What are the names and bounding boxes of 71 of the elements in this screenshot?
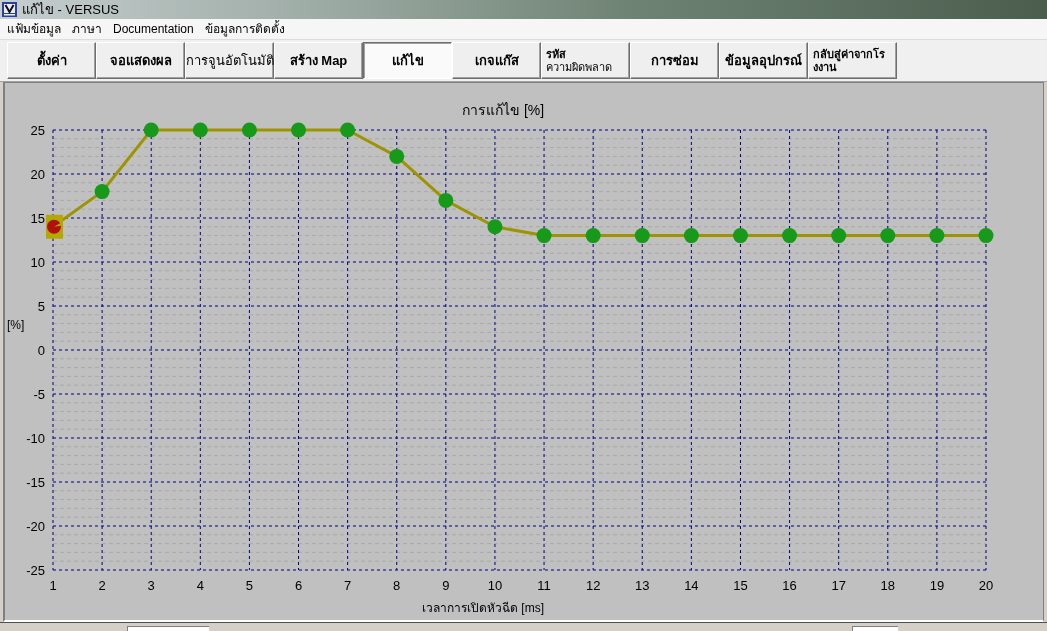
data-point[interactable] [389,148,405,164]
y-axis-tick-label: -15 [26,474,45,490]
data-point[interactable] [683,228,699,244]
y-axis-tick-label: 0 [37,342,45,358]
x-axis-label: เวลาการเปิดหัวฉีด [ms] [422,601,544,615]
data-point[interactable] [291,122,307,138]
y-axis-label: [%] [7,318,25,332]
y-axis-tick-label: 20 [30,166,45,182]
chart-title: การแก้ไข [%] [462,102,545,118]
toolbar-tab[interactable]: การจูนอัตโนมัติ [185,42,274,79]
x-axis-tick-label: 16 [782,578,797,593]
toolbar-tab[interactable]: ตั้งค่า [7,42,96,79]
x-axis-tick-label: 17 [831,578,846,593]
y-axis-tick-label: -10 [26,430,45,446]
data-point[interactable] [978,228,994,244]
status-panel [852,626,898,631]
menu-item[interactable]: ข้อมูลการติดตั้ง [204,22,285,36]
toolbar-tab[interactable]: จอแสดงผล [96,42,185,79]
y-axis-tick-label: -20 [26,518,45,534]
toolbar-tab[interactable]: กลับสู่ค่าจากโร งงาน [808,42,897,79]
x-axis-tick-label: 10 [487,578,503,593]
toolbar-tab[interactable]: การซ่อม [630,42,719,79]
y-axis-tick-label: 5 [37,298,45,314]
y-axis-tick-label: 10 [30,254,45,270]
toolbar-tab[interactable]: เกจแก๊ส [452,42,541,79]
data-point[interactable] [241,122,257,138]
data-point[interactable] [94,184,110,200]
x-axis-tick-label: 19 [929,578,945,593]
toolbar-tab[interactable]: สร้าง Map [274,42,363,79]
x-axis-tick-label: 3 [147,578,155,593]
x-axis-tick-label: 12 [585,578,601,593]
data-point[interactable] [143,122,159,138]
x-axis-tick-label: 15 [733,578,748,593]
data-point[interactable] [732,228,748,244]
data-point[interactable] [585,228,601,244]
app-icon [2,2,17,17]
menu-item[interactable]: ภาษา [72,22,102,36]
data-point[interactable] [192,122,208,138]
y-axis-tick-label: -5 [33,386,45,402]
y-axis-tick-label: 15 [30,210,45,226]
x-axis-tick-label: 9 [442,578,450,593]
y-axis-tick-label: 25 [30,122,45,138]
x-axis-tick-label: 5 [245,578,254,593]
toolbar-tab[interactable]: ข้อมูลอุปกรณ์ [719,42,808,79]
x-axis-tick-label: 6 [294,578,303,593]
x-axis-tick-label: 2 [98,578,106,593]
window-title: แก้ไข - VERSUS [22,2,119,17]
data-point[interactable] [929,228,945,244]
x-axis-tick-label: 14 [684,578,699,593]
y-axis-tick-label: -25 [26,562,45,578]
x-axis-tick-label: 4 [196,578,204,593]
data-point[interactable] [438,192,454,208]
x-axis-tick-label: 7 [344,578,352,593]
selected-point-marker[interactable] [46,214,63,239]
data-point[interactable] [880,228,896,244]
data-point[interactable] [536,228,552,244]
x-axis-tick-label: 18 [880,578,895,593]
menu-item[interactable]: Documentation [113,22,194,36]
data-point[interactable] [831,228,847,244]
data-point[interactable] [487,219,503,235]
data-point[interactable] [634,228,650,244]
x-axis-tick-label: 8 [393,578,401,593]
data-point[interactable] [782,228,798,244]
data-point[interactable] [340,122,356,138]
toolbar-tab[interactable]: แก้ไข [363,42,452,79]
toolbar-tab[interactable]: รหัส ความผิดพลาด [541,42,630,79]
x-axis-tick-label: 1 [49,578,57,593]
x-axis-tick-label: 20 [978,578,994,593]
menu-item[interactable]: แฟ้มข้อมูล [7,22,61,36]
x-axis-tick-label: 13 [635,578,650,593]
x-axis-tick-label: 11 [537,578,551,593]
